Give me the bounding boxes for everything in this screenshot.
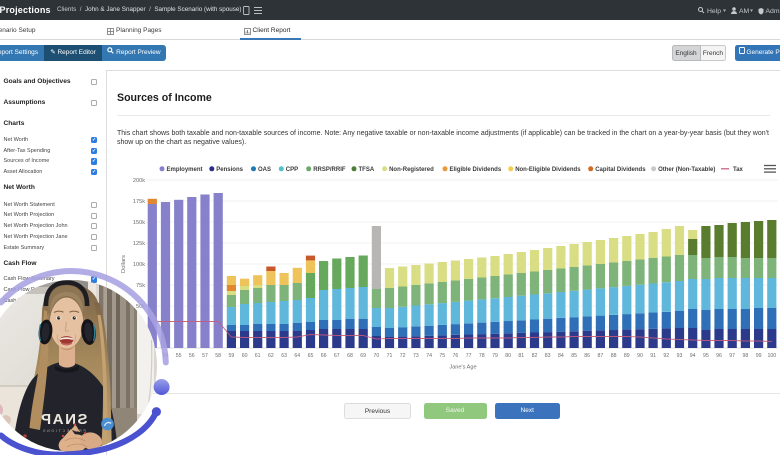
svg-text:SNAP: SNAP <box>39 411 87 428</box>
